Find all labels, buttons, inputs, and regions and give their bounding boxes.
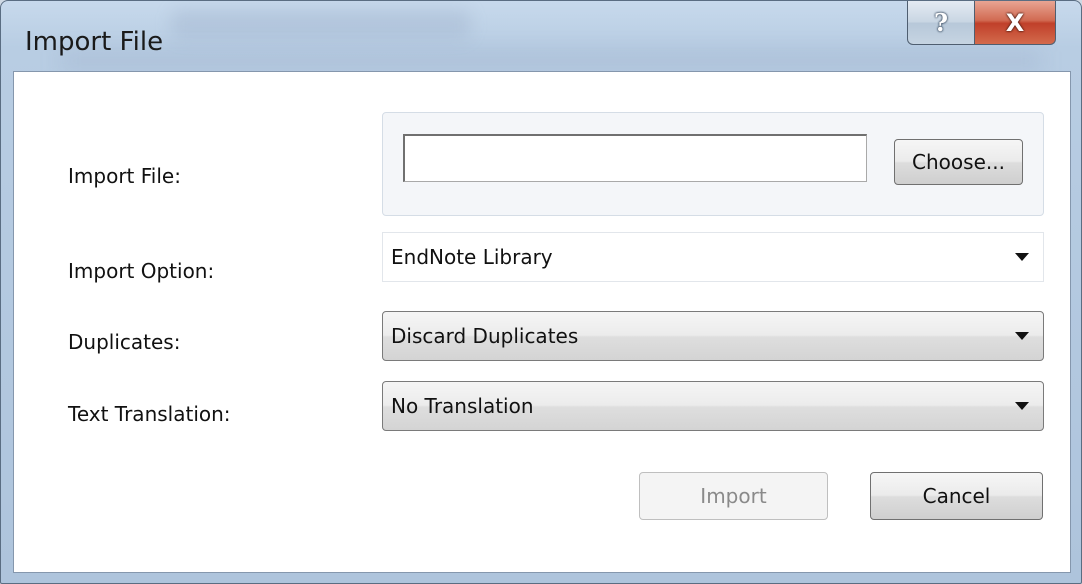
help-icon: ?	[933, 8, 949, 37]
text-translation-value: No Translation	[391, 394, 534, 418]
cancel-button[interactable]: Cancel	[870, 472, 1043, 520]
duplicates-label: Duplicates:	[68, 330, 181, 354]
import-file-input[interactable]	[403, 134, 867, 182]
duplicates-select[interactable]: Discard Duplicates	[382, 311, 1044, 361]
import-option-value: EndNote Library	[391, 245, 553, 269]
import-button[interactable]: Import	[639, 472, 828, 520]
help-button[interactable]: ?	[907, 1, 975, 45]
dropdown-arrow-icon	[1015, 402, 1029, 410]
import-file-label: Import File:	[68, 164, 181, 188]
dropdown-arrow-icon	[1015, 332, 1029, 340]
title-bar[interactable]: Import File ? X	[1, 1, 1081, 71]
import-option-select[interactable]: EndNote Library	[382, 232, 1044, 282]
dialog-title: Import File	[25, 27, 164, 57]
choose-button[interactable]: Choose...	[894, 139, 1023, 185]
close-icon: X	[1005, 8, 1025, 37]
duplicates-value: Discard Duplicates	[391, 324, 579, 348]
import-file-dialog: Import File ? X Import File: Choose... I…	[0, 0, 1082, 584]
dialog-content: Import File: Choose... Import Option: En…	[13, 71, 1071, 573]
text-translation-label: Text Translation:	[68, 402, 231, 426]
import-option-label: Import Option:	[68, 259, 215, 283]
close-button[interactable]: X	[974, 1, 1056, 45]
dropdown-arrow-icon	[1015, 253, 1029, 261]
text-translation-select[interactable]: No Translation	[382, 381, 1044, 431]
